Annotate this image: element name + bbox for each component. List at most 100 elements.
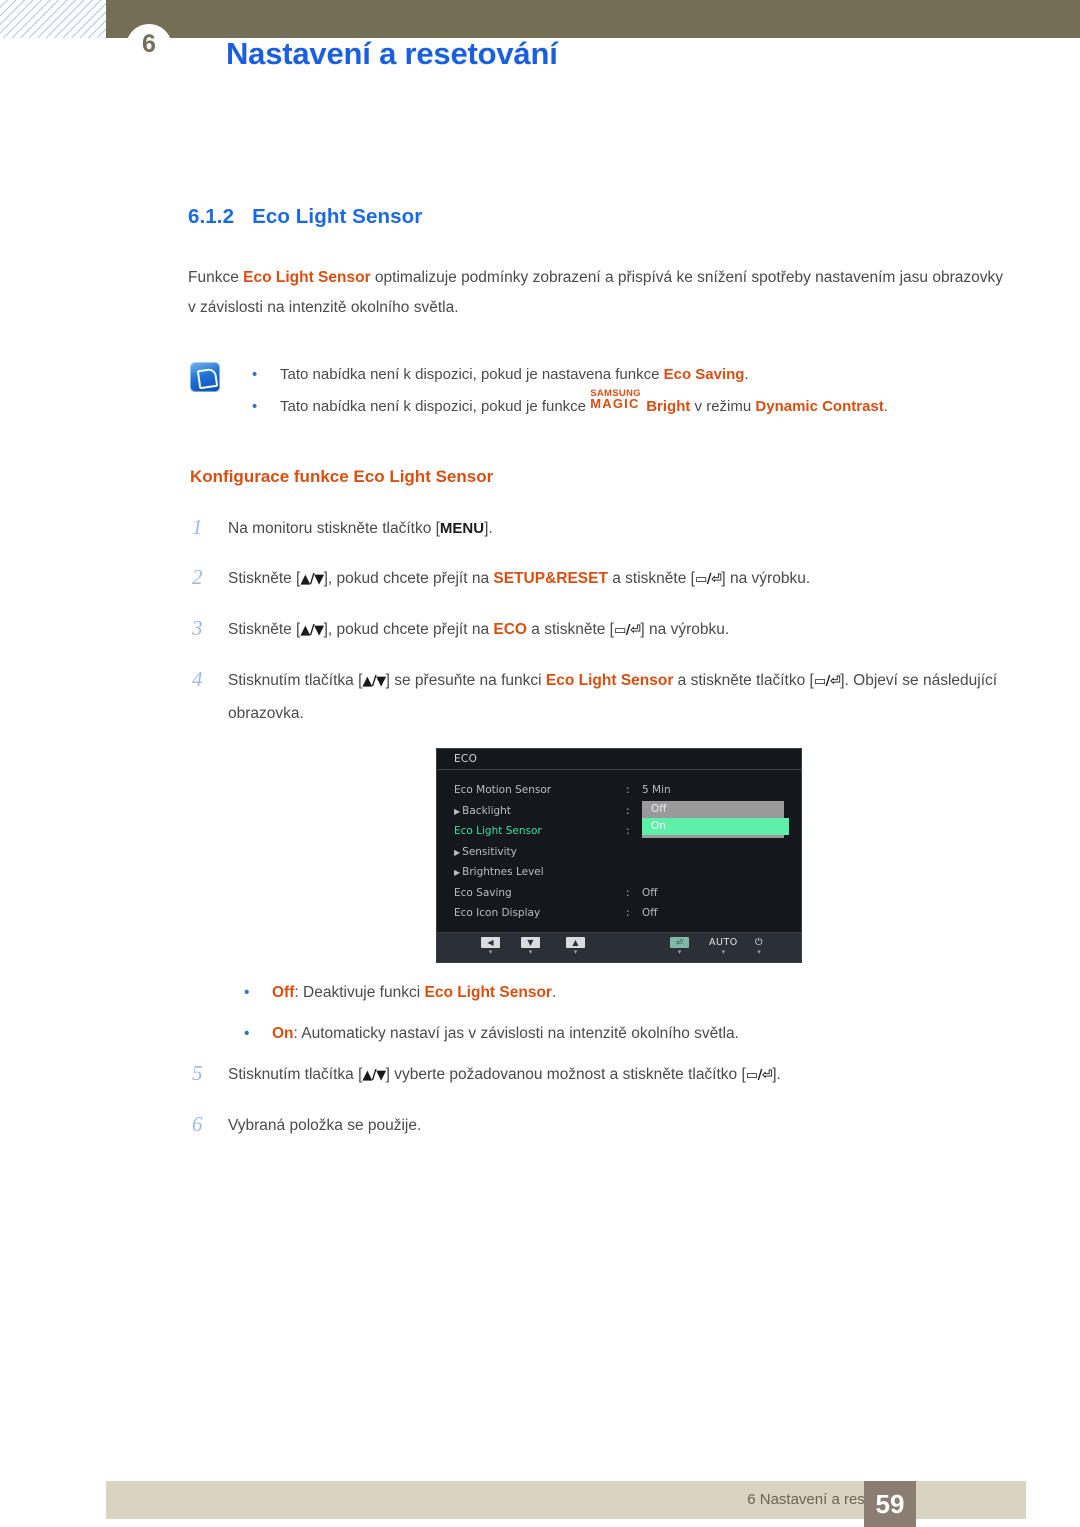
osd-button-power[interactable]: ⏻ ▾: [755, 937, 763, 956]
osd-button-down[interactable]: ▼ ▾: [521, 936, 540, 956]
option-name: On: [272, 1024, 294, 1042]
step-key-arrows: ▲/▼: [362, 1067, 386, 1083]
osd-row-colon: :: [626, 784, 630, 796]
osd-button-left[interactable]: ◀ ▾: [481, 936, 500, 956]
intro-highlight-term: Eco Light Sensor: [243, 269, 371, 286]
step-key-label: MENU: [439, 520, 485, 537]
osd-row-label: ▶ Brightnes Level: [454, 862, 626, 884]
option-highlight: Eco Light Sensor: [424, 983, 552, 1001]
step-text-before: Stiskněte [: [228, 570, 301, 587]
osd-button-up[interactable]: ▲ ▾: [566, 936, 585, 956]
step-key-enter: ▭/⏎: [613, 623, 641, 638]
note-text-before: Tato nabídka není k dispozici, pokud je …: [280, 366, 664, 383]
button-tick-icon: ▾: [677, 947, 682, 956]
procedure-step-list-continued: 5 Stisknutím tlačítka [▲/▼] vyberte požad…: [188, 1059, 1012, 1142]
step-text-middle-1: ] vyberte požadovanou možnost a stisknět…: [385, 1065, 746, 1083]
note-highlight: Eco Saving: [663, 366, 745, 383]
note-highlight: Dynamic Contrast: [755, 398, 884, 415]
note-item: Tato nabídka není k dispozici, pokud je …: [188, 359, 1012, 391]
osd-dropdown-option-off[interactable]: Off: [642, 801, 784, 818]
note-text-before: Tato nabídka není k dispozici, pokud je …: [280, 398, 591, 415]
osd-row-label: ▶ Backlight: [454, 801, 626, 823]
osd-dropdown-eco-light-sensor[interactable]: Off On: [642, 801, 789, 838]
step-number: 3: [192, 616, 203, 640]
osd-row-colon: :: [626, 907, 630, 919]
option-bullet-on: On: Automaticky nastaví jas v závislosti…: [188, 1018, 1012, 1050]
osd-row-colon: :: [626, 825, 630, 837]
page-number-badge: 59: [864, 1481, 916, 1527]
auto-label: AUTO: [709, 936, 738, 948]
step-text-before: Na monitoru stiskněte tlačítko [: [228, 520, 440, 537]
note-text-after: .: [744, 366, 749, 383]
osd-dropdown-option-on[interactable]: On: [642, 818, 789, 835]
intro-text-before: Funkce: [188, 269, 244, 286]
procedure-step: 6 Vybraná položka se použije.: [188, 1110, 1012, 1142]
osd-row-eco-saving[interactable]: Eco Saving: Off: [437, 883, 801, 904]
step-text-before: Vybraná položka se použije.: [228, 1116, 422, 1134]
osd-button-enter[interactable]: ⏎ ▾: [670, 936, 689, 956]
procedure-step-list: 1 Na monitoru stiskněte tlačítko [MENU]. …: [188, 513, 1012, 730]
osd-row-eco-icon-display[interactable]: Eco Icon Display: Off: [437, 903, 801, 924]
section-title: Eco Light Sensor: [252, 205, 423, 228]
submenu-arrow-icon: ▶: [454, 868, 461, 877]
osd-row-value: 5 Min: [642, 784, 671, 796]
osd-row-colon: :: [626, 886, 630, 899]
step-text-middle-1: ], pokud chcete přejít na: [323, 621, 494, 638]
procedure-step: 3 Stiskněte [▲/▼], pokud chcete přejít na…: [188, 614, 1012, 647]
osd-row-label: Eco Icon Display: [454, 907, 541, 919]
magic-bottom-text: MAGIC: [590, 396, 640, 412]
option-description-list: Off: Deaktivuje funkci Eco Light Sensor.…: [188, 977, 1012, 1050]
osd-row-label: Eco Light Sensor: [454, 825, 542, 837]
submenu-arrow-icon: ▶: [454, 806, 461, 816]
page-content: 6.1.2 Eco Light Sensor Funkce Eco Light S…: [188, 205, 1012, 1160]
step-highlight: SETUP&RESET: [493, 570, 608, 587]
up-arrow-icon: ▲: [566, 936, 585, 948]
note-text-after: .: [883, 398, 888, 415]
osd-menu-list: Eco Motion Sensor:5 Min ▶Backlight:Off E…: [437, 770, 801, 932]
step-number: 4: [192, 667, 203, 691]
step-text-after: ].: [772, 1065, 781, 1083]
submenu-arrow-icon: ▶: [454, 847, 461, 857]
step-text-before: Stiskněte [: [228, 621, 301, 638]
step-number: 2: [192, 565, 203, 589]
step-text-after: ] na výrobku.: [640, 621, 730, 638]
osd-row-value: Off: [642, 907, 658, 919]
osd-row-eco-motion-sensor[interactable]: Eco Motion Sensor:5 Min: [437, 780, 801, 801]
step-key-enter: ▭/⏎: [745, 1067, 773, 1083]
power-icon: ⏻: [755, 936, 764, 948]
step-key-arrows: ▲/▼: [300, 623, 324, 638]
note-text-middle: v režimu: [690, 398, 756, 415]
section-intro-paragraph: Funkce Eco Light Sensor optimalizuje pod…: [188, 263, 1012, 323]
samsung-magic-logo: SAMSUNG MAGIC: [590, 389, 646, 412]
osd-row-sensitivity[interactable]: ▶ Sensitivity: [437, 842, 801, 863]
step-text-before: Stisknutím tlačítka [: [228, 672, 363, 689]
page-title: Nastavení a resetování: [226, 36, 558, 71]
osd-row-label-text: Sensitivity: [462, 845, 517, 858]
down-arrow-icon: ▼: [521, 936, 540, 948]
button-tick-icon: ▾: [757, 947, 761, 956]
osd-row-brightness-level[interactable]: ▶ Brightnes Level: [437, 862, 801, 883]
osd-row-label: ▶ Sensitivity: [454, 842, 626, 864]
osd-row-label: Eco Motion Sensor: [454, 784, 552, 796]
option-text: : Automaticky nastaví jas v závislosti n…: [293, 1024, 739, 1042]
osd-row-value: Off: [642, 886, 658, 899]
step-key-enter: ▭/⏎: [813, 674, 841, 689]
option-bullet-off: Off: Deaktivuje funkci Eco Light Sensor.: [188, 977, 1012, 1009]
button-tick-icon: ▾: [573, 947, 578, 956]
note-list: Tato nabídka není k dispozici, pokud je …: [188, 359, 1012, 423]
step-key-arrows: ▲/▼: [362, 674, 386, 689]
header-bar: [106, 0, 1080, 38]
step-text-middle-2: a stiskněte tlačítko [: [673, 672, 814, 689]
magic-bright-suffix: Bright: [646, 398, 691, 415]
button-tick-icon: ▾: [721, 947, 726, 956]
chapter-number-badge: 6: [126, 24, 172, 70]
procedure-step: 2 Stiskněte [▲/▼], pokud chcete přejít na…: [188, 563, 1012, 596]
step-text-middle-1: ], pokud chcete přejít na: [323, 570, 494, 587]
osd-row-colon: :: [626, 804, 630, 817]
step-text-before: Stisknutím tlačítka [: [228, 1065, 363, 1083]
step-text-middle-2: a stiskněte [: [607, 570, 695, 587]
note-item: Tato nabídka není k dispozici, pokud je …: [188, 389, 1012, 423]
osd-row-label-text: Backlight: [462, 804, 511, 817]
procedure-step: 4 Stisknutím tlačítka [▲/▼] se přesuňte n…: [188, 665, 1012, 730]
osd-button-auto[interactable]: AUTO ▾: [709, 937, 738, 956]
